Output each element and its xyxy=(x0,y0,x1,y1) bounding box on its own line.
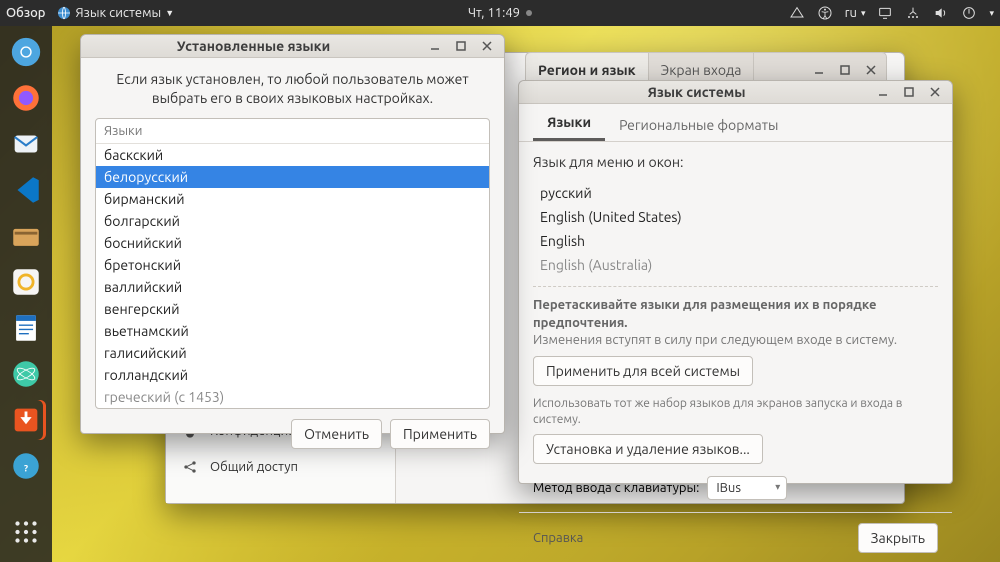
list-item[interactable]: бретонский xyxy=(96,254,489,276)
notification-dot xyxy=(526,10,532,16)
close-button[interactable] xyxy=(924,81,946,103)
menu-language-label: Язык для меню и окон: xyxy=(533,154,938,170)
language-window-footer: Справка Закрыть xyxy=(519,512,952,562)
sidebar-item-label: Общий доступ xyxy=(210,460,298,474)
dock-vscode[interactable] xyxy=(6,170,46,210)
status-area[interactable]: ru ▾ ▾ xyxy=(789,5,994,21)
language-row[interactable]: English (United States) xyxy=(534,205,937,229)
dock: ? xyxy=(0,26,52,562)
dock-rhythmbox[interactable] xyxy=(6,262,46,302)
list-item[interactable]: валлийский xyxy=(96,276,489,298)
cancel-button[interactable]: Отменить xyxy=(291,419,382,449)
languages-listbox: Языки баскский белорусский бирманский бо… xyxy=(95,118,490,409)
chevron-down-icon: ▼ xyxy=(165,8,174,18)
chevron-down-icon: ▾ xyxy=(861,8,866,19)
titlebar[interactable]: Язык системы xyxy=(519,81,952,104)
minimize-button[interactable] xyxy=(808,59,830,81)
network-icon xyxy=(789,5,805,21)
dock-chromium[interactable] xyxy=(6,32,46,72)
minimize-button[interactable] xyxy=(872,81,894,103)
dock-firefox[interactable] xyxy=(6,78,46,118)
list-item[interactable]: вьетнамский xyxy=(96,320,489,342)
window-title: Язык системы xyxy=(525,84,868,100)
help-link[interactable]: Справка xyxy=(533,531,583,545)
language-row[interactable]: English (Australia) xyxy=(534,253,937,277)
list-item[interactable]: белорусский xyxy=(96,166,489,188)
close-button[interactable] xyxy=(860,59,882,81)
maximize-button[interactable] xyxy=(898,81,920,103)
svg-text:?: ? xyxy=(24,463,28,474)
volume-icon xyxy=(933,5,949,21)
titlebar[interactable]: Установленные языки xyxy=(81,35,504,58)
language-tabs: Языки Региональные форматы xyxy=(519,104,952,142)
clock[interactable]: Чт, 11:49 xyxy=(468,6,532,20)
chevron-down-icon: ▾ xyxy=(989,8,994,19)
close-button[interactable]: Закрыть xyxy=(858,523,938,553)
keyboard-layout-indicator[interactable]: ru xyxy=(845,6,857,20)
drag-hint: Перетаскивайте языки для размещения их в… xyxy=(533,297,938,350)
language-row[interactable]: русский xyxy=(534,181,937,205)
clock-label: Чт, 11:49 xyxy=(468,6,520,20)
dock-atom[interactable] xyxy=(6,354,46,394)
list-item[interactable]: боснийский xyxy=(96,232,489,254)
dock-thunderbird[interactable] xyxy=(6,124,46,164)
wired-network-icon xyxy=(905,5,921,21)
list-header: Языки xyxy=(96,119,489,144)
activities-button[interactable]: Обзор xyxy=(6,6,46,20)
close-button[interactable] xyxy=(476,35,498,57)
installed-languages-dialog: Установленные языки Если язык установлен… xyxy=(80,34,505,434)
app-menu[interactable]: Язык системы ▼ xyxy=(56,5,175,21)
dock-show-apps[interactable] xyxy=(6,512,46,552)
apply-system-wide-button[interactable]: Применить для всей системы xyxy=(533,356,753,386)
share-icon xyxy=(182,459,198,475)
accessibility-icon xyxy=(817,5,833,21)
top-panel: Обзор Язык системы ▼ Чт, 11:49 ru ▾ ▾ xyxy=(0,0,1000,26)
list-item[interactable]: голландский xyxy=(96,364,489,386)
app-menu-label: Язык системы xyxy=(76,6,162,20)
tab-regional-formats[interactable]: Региональные форматы xyxy=(605,109,792,141)
dock-help[interactable]: ? xyxy=(6,446,46,486)
list-body[interactable]: баскский белорусский бирманский болгарск… xyxy=(96,144,489,408)
dock-writer[interactable] xyxy=(6,308,46,348)
list-item[interactable]: баскский xyxy=(96,144,489,166)
list-item[interactable]: венгерский xyxy=(96,298,489,320)
language-support-window: Язык системы Языки Региональные форматы … xyxy=(518,80,953,484)
maximize-button[interactable] xyxy=(450,35,472,57)
tab-languages[interactable]: Языки xyxy=(533,106,605,141)
display-icon xyxy=(877,5,893,21)
list-item[interactable]: болгарский xyxy=(96,210,489,232)
language-icon xyxy=(56,5,72,21)
list-item[interactable]: галисийский xyxy=(96,342,489,364)
dialog-description: Если язык установлен, то любой пользоват… xyxy=(95,70,490,118)
list-item[interactable]: греческий (с 1453) xyxy=(96,386,489,408)
list-item[interactable]: бирманский xyxy=(96,188,489,210)
minimize-button[interactable] xyxy=(424,35,446,57)
apply-button[interactable]: Применить xyxy=(390,419,490,449)
dock-software[interactable] xyxy=(6,400,46,440)
input-method-select[interactable]: IBus xyxy=(707,476,787,500)
install-remove-languages-button[interactable]: Установка и удаление языков... xyxy=(533,434,763,464)
window-title: Установленные языки xyxy=(87,38,420,54)
input-method-label: Метод ввода с клавиатуры: xyxy=(533,481,699,495)
language-row[interactable]: English xyxy=(534,229,937,253)
apply-hint: Использовать тот же набор языков для экр… xyxy=(533,396,938,428)
dock-files[interactable] xyxy=(6,216,46,256)
maximize-button[interactable] xyxy=(834,59,856,81)
language-priority-list[interactable]: русский English (United States) English … xyxy=(533,180,938,278)
power-icon xyxy=(961,5,977,21)
